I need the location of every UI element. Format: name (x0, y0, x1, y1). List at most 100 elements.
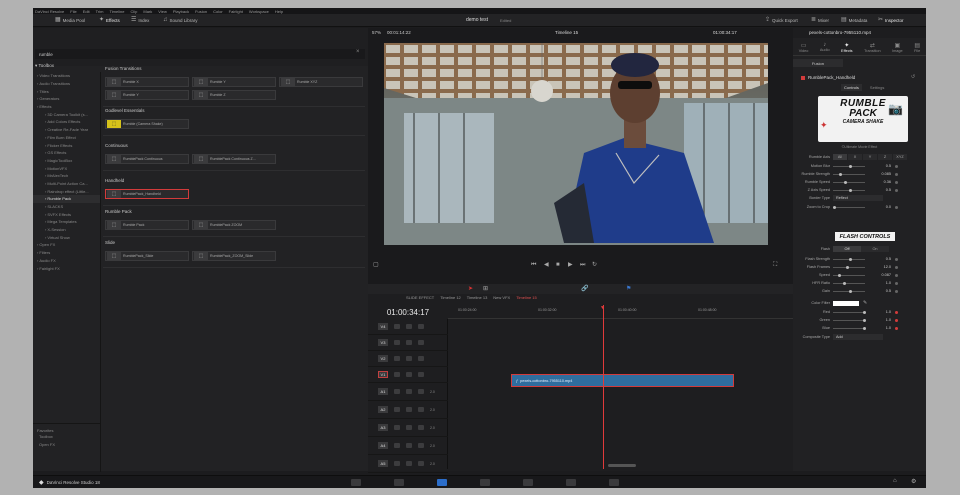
param-slider[interactable] (833, 188, 865, 192)
menu-item-davinci-resolve[interactable]: DaVinci Resolve (35, 9, 64, 14)
effect-tile[interactable]: ⬚ RumblePack Continuous (105, 154, 189, 164)
tree-item[interactable]: › MotionVFX (33, 164, 100, 172)
favorite-item[interactable]: Toolbox (33, 433, 101, 441)
tree-item[interactable]: › 3D Camera Toolkit (s... (33, 110, 100, 118)
keyframe-icon[interactable] (895, 188, 898, 192)
inspector-tab[interactable]: ♪ Audio (820, 42, 830, 52)
tree-item[interactable]: › MagicToolBox (33, 157, 100, 165)
keyframe-icon[interactable] (895, 326, 898, 330)
zoom-level[interactable]: 57% (372, 30, 381, 35)
edit-page-icon[interactable] (437, 479, 447, 486)
favorite-item[interactable]: Open FX (33, 441, 101, 449)
effect-tile[interactable]: ⬚ Rumble X (105, 77, 189, 87)
param-slider[interactable] (833, 164, 865, 168)
tree-item[interactable]: › Film Burn Effect (33, 134, 100, 142)
menu-item-view[interactable]: View (158, 9, 167, 14)
keyframe-icon[interactable] (895, 289, 898, 293)
fusion-page-icon[interactable] (480, 479, 490, 486)
fullscreen-icon[interactable]: ⛶ (773, 262, 777, 268)
auto-select-icon[interactable] (418, 372, 424, 377)
tree-item[interactable]: › Creative Re-Fade Year (33, 126, 100, 134)
menu-item-fusion[interactable]: Fusion (195, 9, 207, 14)
keyframe-icon[interactable] (895, 318, 898, 322)
keyframe-icon[interactable] (895, 172, 898, 176)
mute-icon[interactable] (406, 425, 412, 430)
menu-item-workspace[interactable]: Workspace (249, 9, 269, 14)
viewer-options-icon[interactable]: ▢ (373, 262, 379, 268)
rgb-value[interactable]: 1.0 (865, 310, 891, 315)
tree-item[interactable]: › Virtual Show (33, 233, 100, 241)
tree-item[interactable]: › Audio FX (33, 257, 100, 265)
inspector-tab[interactable]: ▤ File (914, 42, 920, 53)
lock-icon[interactable] (394, 324, 400, 329)
timeline-tab[interactable]: SLIDE EFFECT (406, 295, 434, 300)
flash-on-button[interactable]: On (861, 246, 889, 252)
tree-item[interactable]: › Open FX (33, 241, 100, 249)
cut-page-icon[interactable] (394, 479, 404, 486)
tree-item[interactable]: › Multi-Point Action Ca... (33, 180, 100, 188)
effect-tile[interactable]: ⬚ Rumble (Camera Shake) (105, 119, 189, 129)
visibility-icon[interactable] (406, 356, 412, 361)
inspector-button[interactable]: ✂ Inspector (878, 17, 904, 23)
menu-item-file[interactable]: File (70, 9, 76, 14)
param-slider[interactable] (833, 180, 865, 184)
track-name[interactable]: A2 (378, 406, 388, 413)
fusion-tab[interactable]: Fusion (793, 59, 843, 67)
tree-item[interactable]: › Mega Templates (33, 218, 100, 226)
inspector-tab[interactable]: ⇄ Transition (864, 42, 881, 53)
effect-enabled-toggle[interactable] (801, 75, 805, 80)
effect-tile[interactable]: ⬚ RumblePack_Handheld (105, 189, 189, 199)
timeline-ruler[interactable]: 01:00:24:00 01:00:32:00 01:00:40:00 01:00:4… (448, 305, 793, 319)
zoom-crop-value[interactable]: 0.0 (865, 205, 891, 210)
timeline-name[interactable]: Timeline 15 (555, 30, 578, 35)
loop-icon[interactable]: ↻ (592, 262, 597, 268)
media-page-icon[interactable] (351, 479, 361, 486)
timeline-tab[interactable]: Timeline 12 (440, 295, 461, 300)
effect-tile[interactable]: ⬚ Rumble XYZ (279, 77, 363, 87)
flag-icon[interactable]: ⚑ (626, 286, 631, 292)
mute-icon[interactable] (406, 461, 412, 466)
tree-item[interactable]: › GS Effects (33, 149, 100, 157)
quick-export-button[interactable]: ⇪ Quick Export (765, 17, 798, 23)
lock-icon[interactable] (394, 407, 400, 412)
param-value[interactable]: 12.0 (865, 265, 891, 270)
inspector-tab[interactable]: ▭ Video (799, 42, 809, 53)
axis-option[interactable]: X (848, 154, 862, 160)
effect-tile[interactable]: ⬚ Rumble Pack (105, 220, 189, 230)
skip-back-icon[interactable]: ⏮ (531, 262, 536, 268)
playhead[interactable] (603, 305, 604, 469)
track-name[interactable]: V1 (378, 371, 388, 378)
menu-item-edit[interactable]: Edit (83, 9, 90, 14)
visibility-icon[interactable] (406, 340, 412, 345)
toolbox-header[interactable]: ▾ Toolbox (35, 63, 54, 69)
menu-item-mark[interactable]: Mark (143, 9, 152, 14)
mixer-button[interactable]: ≣ Mixer (811, 17, 829, 23)
color-swatch[interactable] (833, 300, 859, 306)
eyedropper-icon[interactable]: ✎ (863, 300, 867, 306)
trim-tool-icon[interactable]: ⊞ (483, 286, 488, 292)
metadata-button[interactable]: ▤ Metadata (841, 17, 867, 23)
effect-tile[interactable]: ⬚ RumblePack Continuous Z... (192, 154, 276, 164)
keyframe-icon[interactable] (895, 265, 898, 269)
lock-icon[interactable] (394, 443, 400, 448)
solo-icon[interactable] (418, 443, 424, 448)
fairlight-page-icon[interactable] (566, 479, 576, 486)
visibility-icon[interactable] (406, 324, 412, 329)
menu-item-color[interactable]: Color (213, 9, 223, 14)
lock-icon[interactable] (394, 461, 400, 466)
param-value[interactable]: 0.5 (865, 257, 891, 262)
settings-icon[interactable]: ⚙ (911, 478, 916, 485)
video-clip[interactable]: ƒ pexels-cottonbro-7955110.mp4 (511, 374, 734, 387)
param-slider[interactable] (833, 273, 865, 277)
reset-icon[interactable]: ↺ (911, 74, 915, 80)
index-button[interactable]: ☰ Index (131, 17, 149, 23)
param-value[interactable]: 0.087 (865, 273, 891, 278)
reverse-play-icon[interactable]: ◀ (544, 262, 549, 268)
keyframe-icon[interactable] (895, 310, 898, 314)
track-name[interactable]: A4 (378, 442, 388, 449)
inspector-tab[interactable]: ✦ Effects (841, 42, 853, 53)
keyframe-icon[interactable] (895, 281, 898, 285)
effect-tile[interactable]: ⬚ Rumble Y (192, 77, 276, 87)
tree-item[interactable]: › Generators (33, 95, 100, 103)
timeline-tab[interactable]: Timeline 15 (516, 295, 537, 300)
